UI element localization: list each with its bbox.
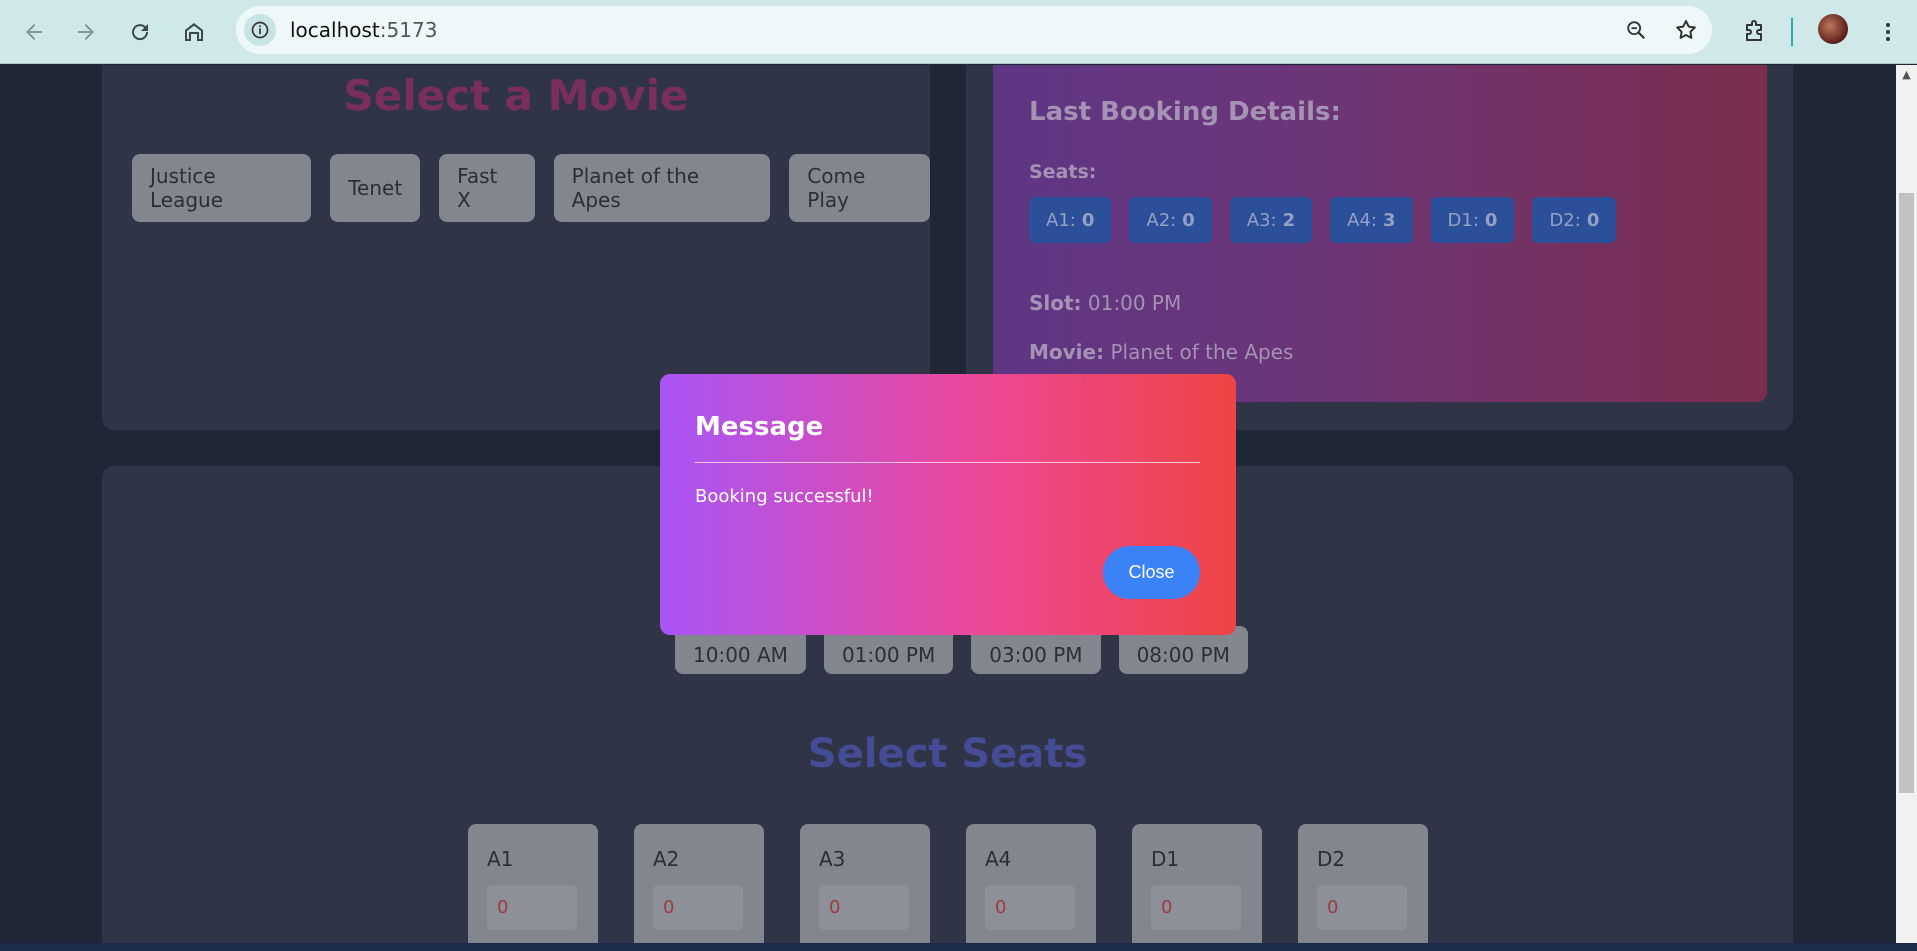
last-booking-title: Last Booking Details: bbox=[1029, 97, 1341, 127]
seat-count-input[interactable]: 0 bbox=[1317, 885, 1407, 930]
seat-card: A1 0 bbox=[468, 824, 598, 943]
kebab-menu-icon bbox=[1886, 23, 1890, 41]
seat-list: A1 0 A2 0 A3 0 A4 0 D1 0 D2 0 bbox=[468, 824, 1428, 943]
booked-seat-badge: A3: 2 bbox=[1229, 197, 1313, 243]
home-icon bbox=[185, 23, 203, 41]
message-modal: Message Booking successful! Close bbox=[660, 374, 1236, 635]
modal-message: Booking successful! bbox=[695, 486, 874, 507]
browser-toolbar: localhost:5173 bbox=[0, 0, 1917, 64]
seat-count-input[interactable]: 0 bbox=[985, 885, 1075, 930]
seat-name: D1 bbox=[1151, 847, 1180, 871]
seat-select-title: Select Seats bbox=[807, 731, 1088, 777]
seat-count-input[interactable]: 0 bbox=[487, 885, 577, 930]
toolbar-divider bbox=[1791, 18, 1793, 46]
seat-name: A1 bbox=[487, 847, 514, 871]
booked-seat-badge: D2: 0 bbox=[1532, 197, 1617, 243]
seat-card: D1 0 bbox=[1132, 824, 1262, 943]
forward-button[interactable] bbox=[68, 14, 104, 50]
back-button[interactable] bbox=[16, 14, 52, 50]
close-button[interactable]: Close bbox=[1103, 546, 1200, 599]
address-bar[interactable]: localhost:5173 bbox=[236, 6, 1712, 54]
movie-button[interactable]: Justice League bbox=[132, 154, 312, 222]
seats-label: Seats: bbox=[1029, 161, 1097, 183]
seat-name: A2 bbox=[653, 847, 680, 871]
profile-avatar[interactable] bbox=[1818, 14, 1848, 44]
movie-button[interactable]: Come Play bbox=[789, 154, 930, 222]
seat-card: A3 0 bbox=[800, 824, 930, 943]
url-text[interactable]: localhost:5173 bbox=[290, 18, 437, 42]
movie-select-title: Select a Movie bbox=[343, 71, 689, 120]
zoom-icon[interactable] bbox=[1622, 16, 1650, 44]
puzzle-icon bbox=[1746, 20, 1762, 41]
seat-name: D2 bbox=[1317, 847, 1346, 871]
seat-card: D2 0 bbox=[1298, 824, 1428, 943]
scrollbar-thumb[interactable] bbox=[1899, 193, 1914, 793]
movie-list: Justice League Tenet Fast X Planet of th… bbox=[132, 154, 930, 222]
seat-count-input[interactable]: 0 bbox=[1151, 885, 1241, 930]
seat-name: A3 bbox=[819, 847, 846, 871]
booked-seats-list: A1: 0 A2: 0 A3: 2 A4: 3 D1: 0 D2: 0 bbox=[1029, 197, 1617, 243]
booked-seat-badge: A4: 3 bbox=[1330, 197, 1413, 243]
booked-movie: Movie: Planet of the Apes bbox=[1029, 340, 1294, 364]
reload-button[interactable] bbox=[122, 14, 158, 50]
reload-icon bbox=[132, 24, 149, 41]
modal-divider bbox=[695, 462, 1200, 463]
modal-title: Message bbox=[695, 412, 824, 442]
home-button[interactable] bbox=[176, 14, 212, 50]
extensions-button[interactable] bbox=[1736, 14, 1772, 50]
bookmark-star-icon[interactable] bbox=[1672, 16, 1700, 44]
booked-seat-badge: D1: 0 bbox=[1430, 197, 1515, 243]
seat-card: A4 0 bbox=[966, 824, 1096, 943]
seat-name: A4 bbox=[985, 847, 1012, 871]
site-info-icon[interactable] bbox=[244, 14, 276, 46]
seat-count-input[interactable]: 0 bbox=[819, 885, 909, 930]
booked-seat-badge: A2: 0 bbox=[1129, 197, 1212, 243]
movie-button[interactable]: Fast X bbox=[439, 154, 535, 222]
seat-card: A2 0 bbox=[634, 824, 764, 943]
arrow-left-icon bbox=[26, 24, 42, 40]
last-booking-panel: Last Booking Details: Seats: A1: 0 A2: 0 A… bbox=[993, 65, 1767, 402]
seat-count-input[interactable]: 0 bbox=[653, 885, 743, 930]
arrow-right-icon bbox=[78, 24, 94, 40]
movie-button[interactable]: Tenet bbox=[330, 154, 421, 222]
menu-button[interactable] bbox=[1870, 14, 1906, 50]
movie-button[interactable]: Planet of the Apes bbox=[553, 154, 771, 222]
booked-seat-badge: A1: 0 bbox=[1029, 197, 1112, 243]
os-taskbar bbox=[0, 943, 1917, 951]
booked-slot: Slot: 01:00 PM bbox=[1029, 291, 1182, 315]
scroll-up-arrow-icon[interactable]: ▲ bbox=[1900, 68, 1913, 81]
